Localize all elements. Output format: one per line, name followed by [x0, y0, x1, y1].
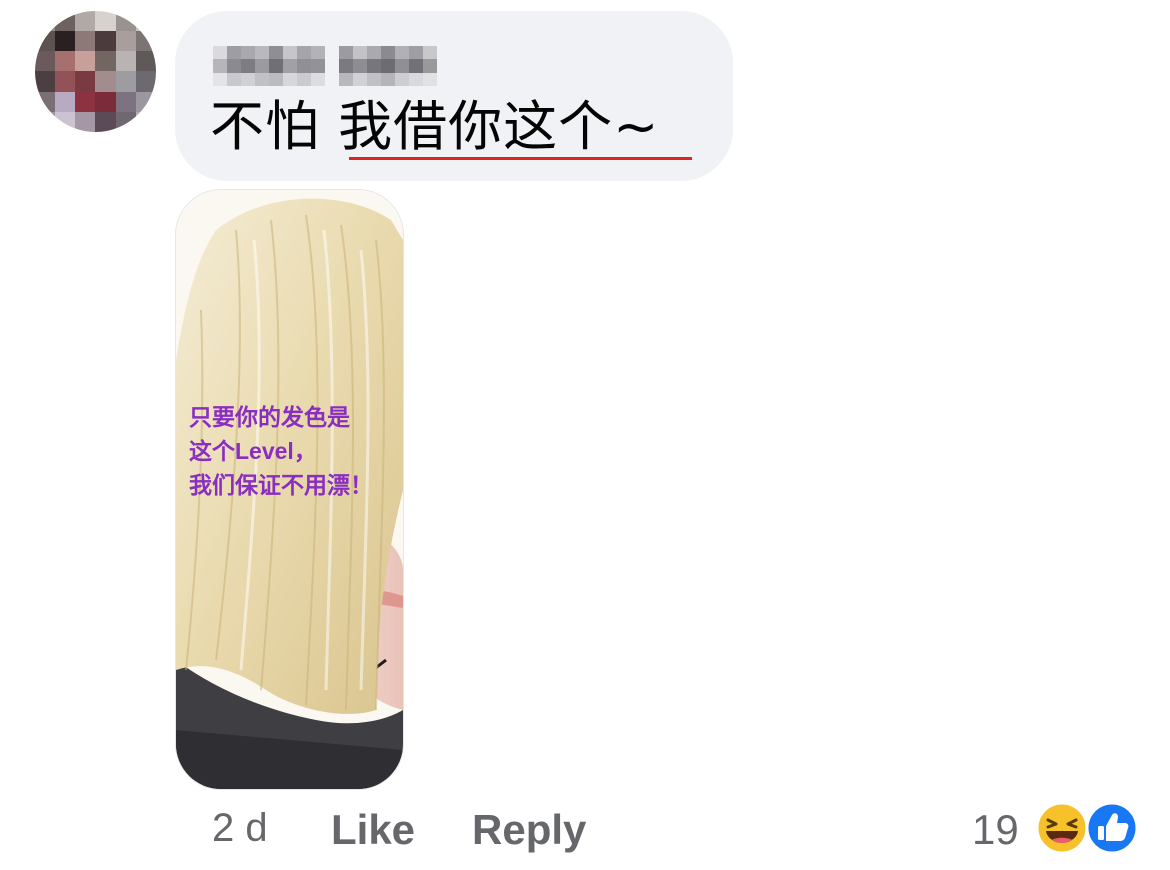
author-name-blurred[interactable]	[213, 44, 488, 88]
comment-photo[interactable]: 只要你的发色是 这个Level， 我们保证不用漂！	[175, 189, 404, 790]
reply-button[interactable]: Reply	[472, 806, 586, 854]
reaction-count[interactable]: 19	[972, 806, 1019, 854]
comment-text: 不怕 我借你这个~	[210, 95, 660, 158]
commenter-avatar[interactable]	[35, 11, 156, 132]
haha-emoji-icon	[1035, 801, 1089, 855]
photo-caption: 只要你的发色是 这个Level， 我们保证不用漂！	[189, 404, 373, 498]
like-thumb-icon	[1085, 801, 1139, 855]
spellcheck-underline	[349, 157, 692, 160]
author-last-name-pixels	[339, 46, 437, 86]
like-button[interactable]: Like	[331, 806, 415, 854]
reaction-icons[interactable]	[1034, 800, 1144, 856]
author-first-name-pixels	[213, 46, 325, 86]
comment-timestamp[interactable]: 2 d	[212, 806, 268, 851]
